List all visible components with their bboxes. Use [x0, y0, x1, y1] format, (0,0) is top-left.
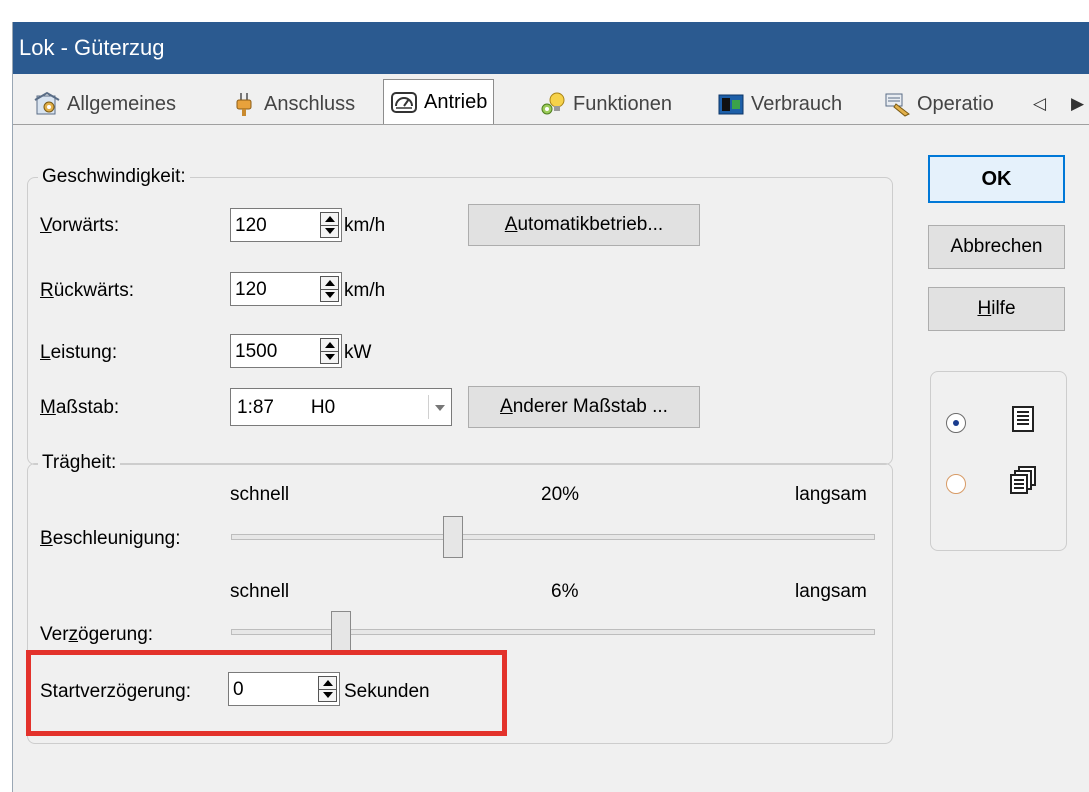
- cascade-view-icon[interactable]: [1008, 465, 1038, 495]
- acceleration-slow-label: langsam: [795, 484, 867, 505]
- tab-anschluss[interactable]: Anschluss: [230, 86, 355, 122]
- tab-label: Allgemeines: [67, 92, 176, 115]
- power-label-mnemonic: L: [40, 342, 51, 363]
- tab-funktionen[interactable]: Funktionen: [539, 86, 672, 122]
- forward-speed-value: 120: [235, 215, 267, 236]
- scale-label: Maßstab:: [40, 397, 119, 419]
- backward-speed-value: 120: [235, 279, 267, 300]
- acceleration-slider-thumb[interactable]: [443, 516, 464, 558]
- speed-group: Geschwindigkeit:: [27, 166, 893, 465]
- tab-label: Antrieb: [424, 90, 488, 113]
- power-spinner[interactable]: 1500: [230, 334, 342, 368]
- deceleration-percent: 6%: [551, 581, 579, 602]
- list-view-radio[interactable]: [946, 413, 966, 433]
- deceleration-slider-thumb[interactable]: [330, 611, 351, 653]
- help-button-mnemonic: H: [977, 298, 992, 319]
- plug-icon: [230, 90, 258, 118]
- acceleration-fast-label: schnell: [230, 484, 290, 505]
- acceleration-slider-track[interactable]: [231, 534, 875, 540]
- view-mode-group: [930, 371, 1067, 551]
- backward-speed-unit: km/h: [344, 280, 386, 301]
- acceleration-percent: 20%: [541, 484, 580, 505]
- tab-operation[interactable]: Operatio: [883, 86, 994, 122]
- power-updown-icon[interactable]: [320, 338, 339, 364]
- deceleration-slow-label: langsam: [795, 581, 867, 602]
- tab-label: Anschluss: [264, 92, 356, 115]
- backward-speed-spinner[interactable]: 120: [230, 272, 342, 306]
- title-bar[interactable]: Lok - Güterzug: [13, 22, 1089, 74]
- acceleration-label-text: eschleunigung:: [52, 528, 181, 549]
- forward-label-text: orwärts:: [51, 215, 120, 236]
- forward-label-mnemonic: V: [40, 215, 52, 236]
- scale-label-text: aßstab:: [55, 397, 120, 418]
- deceleration-label-pre: Ver: [40, 624, 69, 645]
- tab-label: Verbrauch: [751, 92, 843, 115]
- cancel-button-label: Abbrechen: [950, 236, 1043, 257]
- deceleration-fast-label: schnell: [230, 581, 290, 602]
- cascade-view-radio[interactable]: [946, 474, 966, 494]
- forward-label: Vorwärts:: [40, 215, 119, 237]
- other-scale-button[interactable]: Anderer Maßstab ...: [468, 386, 700, 428]
- background-window-strip: [0, 0, 1089, 22]
- tab-label: Operatio: [917, 92, 994, 115]
- automatic-mode-label: utomatikbetrieb...: [517, 214, 664, 235]
- tab-antrieb[interactable]: Antrieb: [383, 79, 495, 124]
- chevron-down-icon[interactable]: [435, 405, 445, 411]
- deceleration-slider-track[interactable]: [231, 629, 875, 635]
- speed-group-title: Geschwindigkeit:: [38, 166, 190, 188]
- tab-label: Funktionen: [573, 92, 672, 115]
- ok-button-label: OK: [981, 167, 1012, 190]
- automatic-mode-mnemonic: A: [504, 214, 518, 235]
- scale-value: 1:87 H0: [237, 397, 336, 418]
- deceleration-label-text: ögerung:: [78, 624, 154, 645]
- forward-speed-spinner[interactable]: 120: [230, 208, 342, 242]
- tab-verbrauch[interactable]: Verbrauch: [717, 86, 842, 122]
- tab-strip: Allgemeines Anschluss Antrieb Funktionen…: [13, 74, 1089, 128]
- fuel-icon: [717, 90, 745, 118]
- deceleration-label: Verzögerung:: [40, 624, 153, 646]
- gear-document-icon: [33, 90, 61, 118]
- acceleration-label-mnemonic: B: [40, 528, 53, 549]
- backward-label-text: ückwärts:: [53, 280, 134, 301]
- backward-label: Rückwärts:: [40, 280, 134, 302]
- forward-speed-updown-icon[interactable]: [320, 212, 339, 238]
- other-scale-label: nderer Maßstab ...: [512, 396, 668, 417]
- speedometer-icon: [390, 88, 418, 116]
- tab-divider: [13, 124, 1089, 125]
- backward-speed-updown-icon[interactable]: [320, 276, 339, 302]
- ok-button[interactable]: OK: [928, 155, 1065, 203]
- cancel-button[interactable]: Abbrechen: [928, 225, 1065, 269]
- lightbulb-icon: [539, 90, 567, 118]
- inertia-group-title: Trägheit:: [38, 452, 121, 474]
- help-button[interactable]: Hilfe: [928, 287, 1065, 331]
- background-window-edge: [0, 0, 12, 22]
- power-label: Leistung:: [40, 342, 117, 364]
- start-delay-highlight: [26, 650, 507, 736]
- list-view-icon[interactable]: [1008, 404, 1038, 434]
- forward-speed-unit: km/h: [344, 215, 386, 236]
- other-scale-mnemonic: A: [500, 396, 513, 417]
- power-label-text: eistung:: [50, 342, 118, 363]
- locomotive-properties-dialog: Lok - Güterzug Allgemeines Anschluss Ant…: [12, 22, 1089, 792]
- deceleration-label-mnemonic: z: [68, 624, 79, 645]
- backward-label-mnemonic: R: [40, 280, 54, 301]
- tab-scroll-right-icon[interactable]: ▶: [1071, 94, 1084, 114]
- scale-label-mnemonic: M: [40, 397, 56, 418]
- tab-allgemeines[interactable]: Allgemeines: [33, 86, 176, 122]
- help-button-label: ilfe: [991, 298, 1016, 319]
- power-value: 1500: [235, 341, 278, 362]
- tab-scroll-left-icon[interactable]: ◁: [1033, 94, 1046, 114]
- window-title: Lok - Güterzug: [19, 35, 165, 60]
- power-unit: kW: [344, 342, 372, 363]
- operation-icon: [883, 90, 911, 118]
- acceleration-label: Beschleunigung:: [40, 528, 181, 550]
- automatic-mode-button[interactable]: Automatikbetrieb...: [468, 204, 700, 246]
- scale-dropdown[interactable]: 1:87 H0: [230, 388, 452, 426]
